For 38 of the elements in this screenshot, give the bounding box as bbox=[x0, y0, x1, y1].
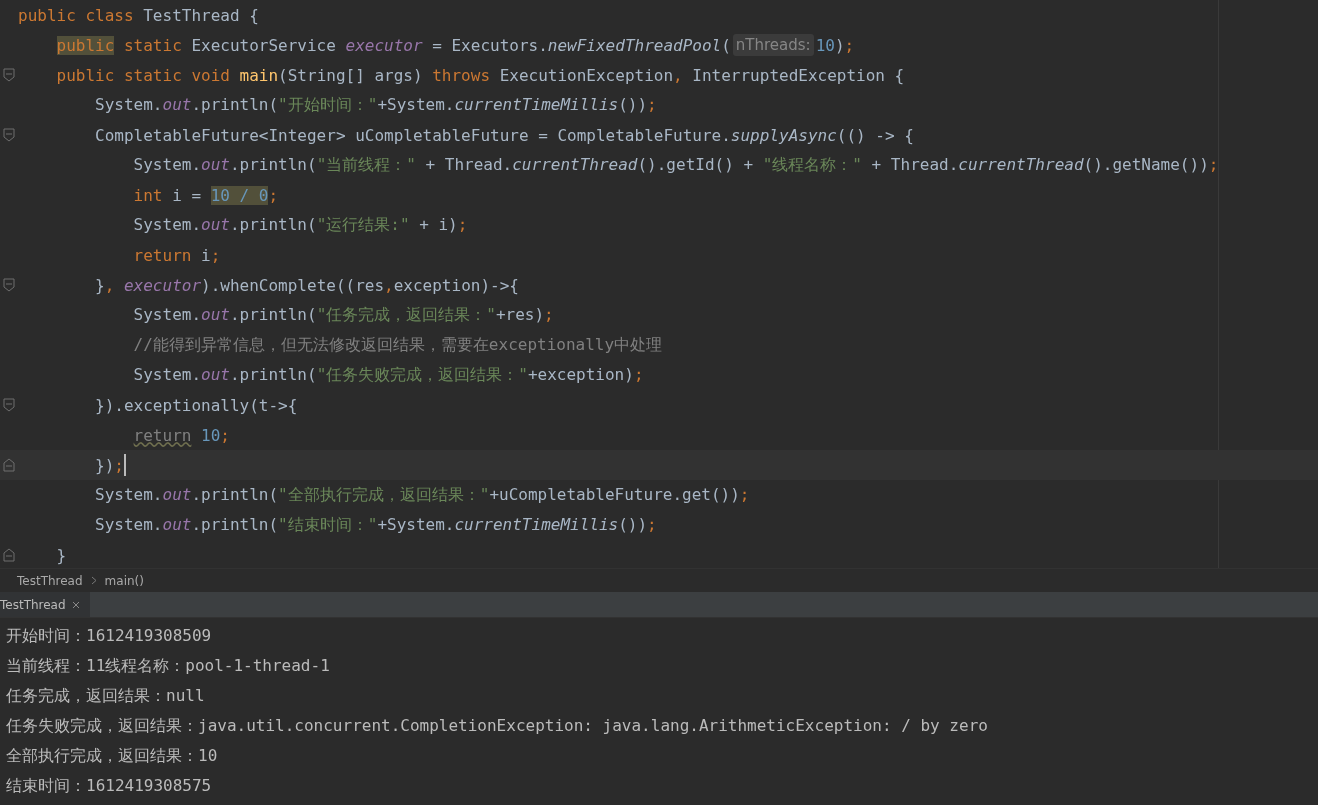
code-text: }).exceptionally(t->{ bbox=[95, 395, 298, 415]
code-text: } bbox=[56, 545, 67, 565]
code-text: public static ExecutorService executor = Executors.newFixedThreadPool( bbox=[56, 35, 731, 55]
code-text: public class TestThread { bbox=[18, 5, 259, 25]
console-output-line: 当前线程：11线程名称：pool-1-thread-1 bbox=[6, 655, 331, 677]
breadcrumb-item[interactable]: TestThread bbox=[17, 573, 83, 588]
code-text: }); bbox=[95, 455, 124, 475]
console-output-line: 任务失败完成，返回结果：java.util.concurrent.CompletionException: java.lang.ArithmeticException: / by zero bbox=[6, 715, 989, 737]
code-text: System.out.println("结束时间："+System.currentTimeMillis()); bbox=[95, 514, 657, 536]
code-text: }, executor).whenComplete((res,exception)->{ bbox=[95, 275, 519, 295]
code-text: System.out.println("任务完成，返回结果："+res); bbox=[133, 304, 554, 326]
code-text: System.out.println("全部执行完成，返回结果："+uCompletableFuture.get()); bbox=[95, 484, 750, 506]
code-text: return i; bbox=[133, 245, 221, 265]
fold-icon[interactable] bbox=[3, 458, 15, 472]
breadcrumb-item[interactable]: main() bbox=[104, 573, 144, 588]
fold-icon[interactable] bbox=[3, 278, 15, 292]
console-output-line: 任务完成，返回结果：null bbox=[6, 685, 206, 707]
run-tab[interactable]: TestThread bbox=[0, 592, 90, 617]
fold-icon[interactable] bbox=[3, 398, 15, 412]
fold-icon[interactable] bbox=[3, 548, 15, 562]
fold-icon[interactable] bbox=[3, 128, 15, 142]
parameter-hint: nThreads: bbox=[732, 34, 814, 56]
console-output-line: 开始时间：1612419308509 bbox=[6, 625, 213, 647]
code-text: return 10; bbox=[133, 425, 230, 445]
code-text: public static void main(String[] args) throws ExecutionException, InterruptedException { bbox=[56, 65, 905, 85]
code-text: int i = 10 / 0; bbox=[133, 185, 279, 205]
code-text: //能得到异常信息，但无法修改返回结果，需要在exceptionally中处理 bbox=[133, 334, 663, 356]
code-text: 10); bbox=[815, 35, 855, 55]
code-text: System.out.println("任务失败完成，返回结果："+exception); bbox=[133, 364, 644, 386]
code-text: CompletableFuture<Integer> uCompletableFuture = CompletableFuture.supplyAsync(() -> { bbox=[95, 125, 914, 145]
chevron-icon bbox=[90, 576, 97, 585]
code-text: System.out.println("开始时间："+System.currentTimeMillis()); bbox=[95, 94, 657, 116]
console-output-line: 结束时间：1612419308575 bbox=[6, 775, 213, 797]
close-icon[interactable] bbox=[71, 600, 80, 609]
code-text: System.out.println("运行结果:" + i); bbox=[133, 214, 468, 236]
fold-icon[interactable] bbox=[3, 68, 15, 82]
console-output-line: 全部执行完成，返回结果：10 bbox=[6, 745, 219, 767]
code-text: System.out.println("当前线程：" + Thread.currentThread().getId() + "线程名称：" + Thread.currentThread().getName()); bbox=[133, 154, 1219, 176]
